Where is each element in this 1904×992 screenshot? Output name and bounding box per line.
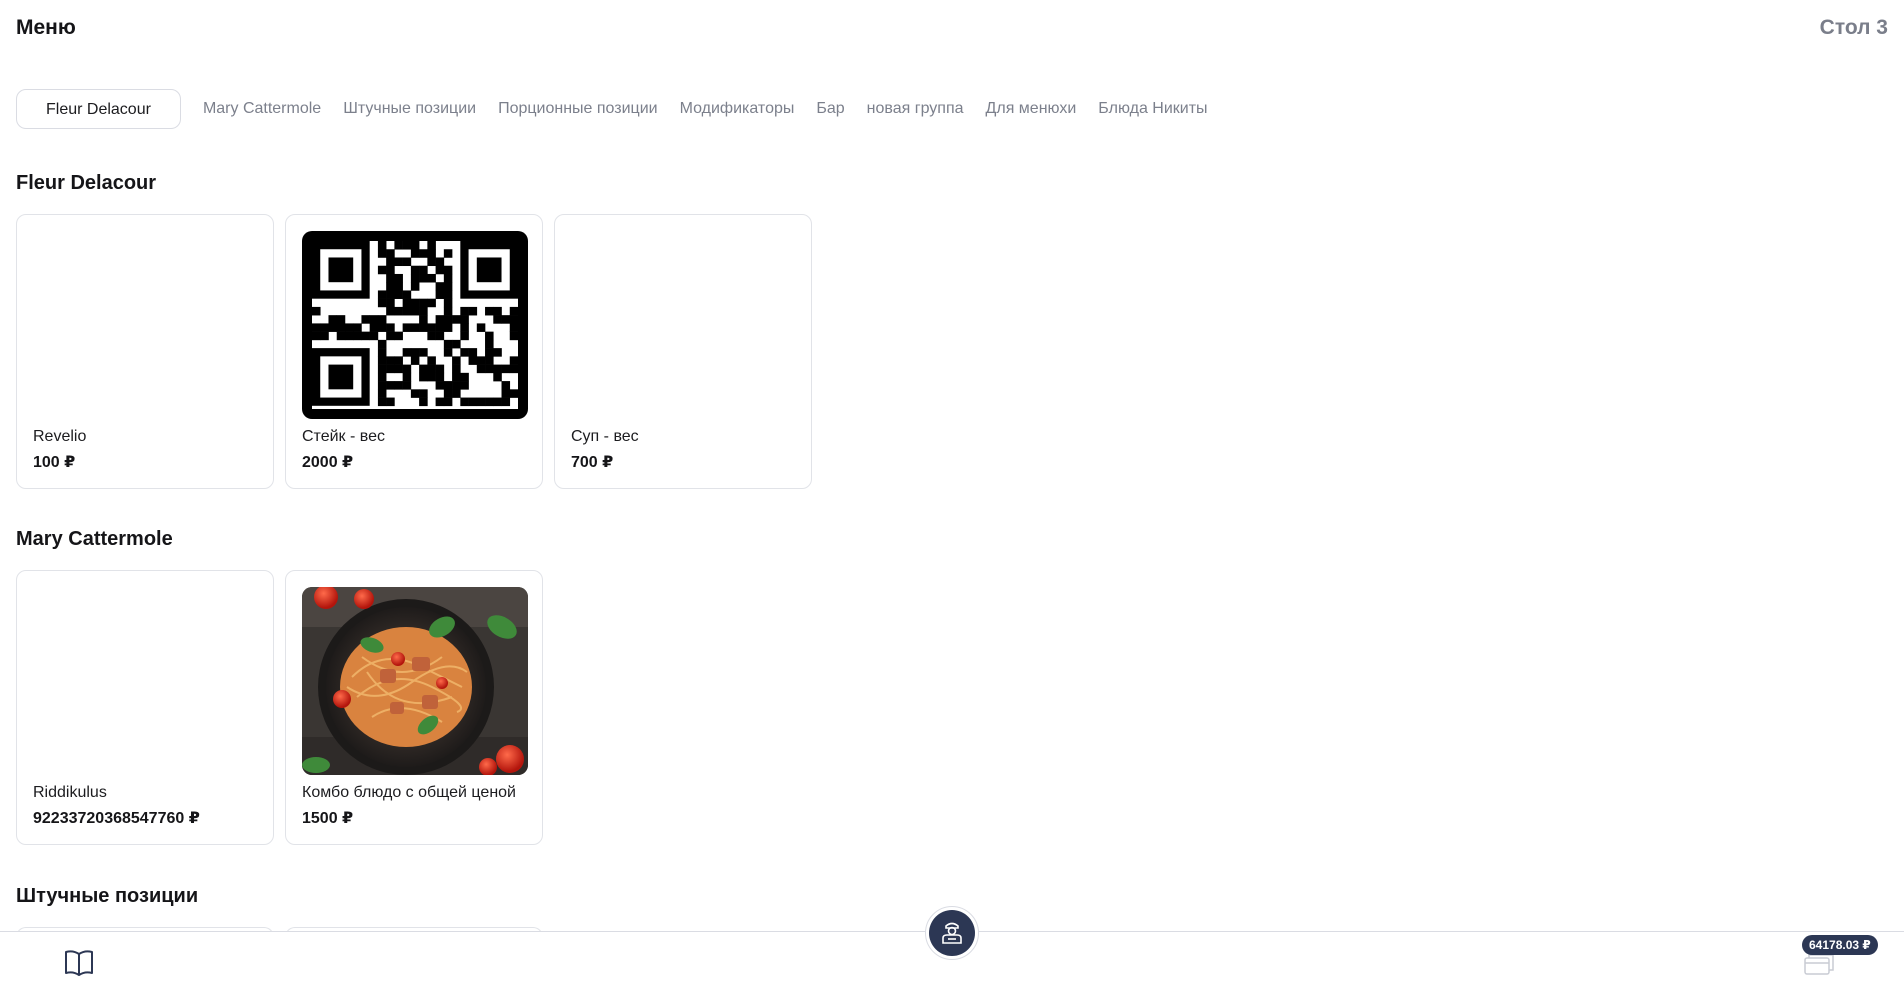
menu-item-card[interactable]: Комбо блюдо с общей ценой 1500 ₽ [285,570,543,845]
tab-modifiers[interactable]: Модификаторы [680,89,795,129]
item-grid: Riddikulus 92233720368547760 ₽ Комбо блю… [16,570,543,845]
page-title: Меню [16,16,76,39]
item-name: Riddikulus [33,784,107,801]
pasta-dish-image [302,587,528,775]
open-book-icon[interactable] [63,948,95,978]
item-price: 2000 ₽ [302,454,354,471]
tab-bar[interactable]: Бар [816,89,844,129]
menu-item-card[interactable]: Стейк - вес 2000 ₽ [285,214,543,489]
menu-item-card[interactable]: Суп - вес 700 ₽ [554,214,812,489]
menu-page: Меню Стол 3 Fleur Delacour Mary Cattermo… [0,0,1904,992]
tab-piece-items[interactable]: Штучные позиции [343,89,476,129]
item-name: Суп - вес [571,428,639,445]
menu-item-card[interactable]: Riddikulus 92233720368547760 ₽ [16,570,274,845]
call-waiter-button[interactable] [925,906,979,960]
table-label: Стол 3 [1819,16,1888,39]
tab-mary-cattermole[interactable]: Mary Cattermole [203,89,321,129]
tab-fleur-delacour[interactable]: Fleur Delacour [16,89,181,129]
category-tabs: Fleur Delacour Mary Cattermole Штучные п… [16,89,1208,129]
item-price: 100 ₽ [33,454,76,471]
tab-nikita-dishes[interactable]: Блюда Никиты [1098,89,1207,129]
section-fleur-delacour: Fleur Delacour Revelio 100 ₽ Стейк - вес… [16,171,812,489]
section-title: Mary Cattermole [16,528,173,550]
menu-item-card[interactable]: Revelio 100 ₽ [16,214,274,489]
pasta-dish-photo [302,587,528,775]
item-name: Стейк - вес [302,428,385,445]
section-title: Fleur Delacour [16,172,157,194]
qr-code-image [302,231,528,419]
tab-portion-items[interactable]: Порционные позиции [498,89,658,129]
tab-for-menu[interactable]: Для менюхи [986,89,1077,129]
section-title: Штучные позиции [16,885,199,907]
qr-code-graphic [302,231,528,419]
card-icon[interactable] [1804,954,1834,976]
item-price: 700 ₽ [571,454,614,471]
section-piece-items: Штучные позиции [16,884,543,937]
item-price: 1500 ₽ [302,810,354,827]
item-name: Комбо блюдо с общей ценой [302,784,516,801]
tab-new-group[interactable]: новая группа [867,89,964,129]
section-mary-cattermole: Mary Cattermole Riddikulus 9223372036854… [16,527,543,845]
item-grid: Revelio 100 ₽ Стейк - вес 2000 ₽ Суп - в… [16,214,812,489]
item-price: 92233720368547760 ₽ [33,810,200,827]
item-name: Revelio [33,428,87,445]
waiter-icon [929,910,975,956]
cart-total-badge[interactable]: 64178.03 ₽ [1802,935,1878,955]
